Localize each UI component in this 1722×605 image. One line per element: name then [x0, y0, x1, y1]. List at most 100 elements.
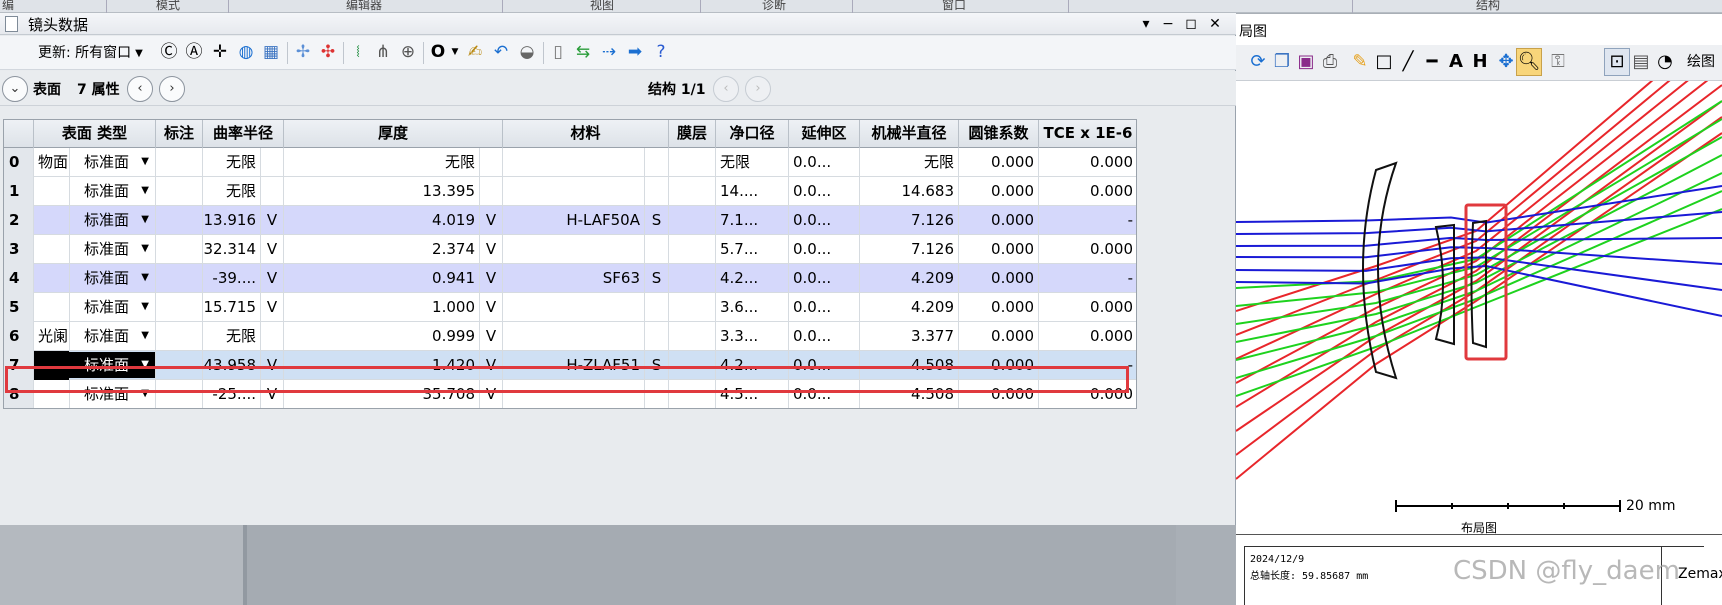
- draw-label[interactable]: 绘图: [1681, 50, 1721, 74]
- chip-cell[interactable]: 0.0...: [789, 206, 860, 235]
- column-header[interactable]: 延伸区: [789, 120, 860, 148]
- surface-type-cell[interactable]: 标准面 ▼: [70, 148, 156, 177]
- surface-type-cell[interactable]: 标准面 ▼: [70, 177, 156, 206]
- column-header[interactable]: TCE x 1E-6: [1039, 120, 1136, 148]
- t_flag-cell[interactable]: V: [480, 264, 503, 293]
- table-row[interactable]: 6 光阑 标准面 ▼ 无限 0.999 V 3.3... 0.0... 3.377 0.000 0.0…: [4, 322, 1136, 351]
- radius-cell[interactable]: 无限: [203, 148, 261, 177]
- coating-cell[interactable]: [669, 264, 716, 293]
- label-cell[interactable]: [34, 264, 70, 293]
- menu-item[interactable]: 窗口: [942, 0, 966, 13]
- column-header[interactable]: 机械半直径: [860, 120, 959, 148]
- prev-config-button[interactable]: ‹: [713, 76, 739, 102]
- tce-cell[interactable]: 0.000: [1039, 380, 1136, 408]
- next-config-button[interactable]: ›: [745, 76, 771, 102]
- coating-cell[interactable]: [669, 177, 716, 206]
- r_flag-cell[interactable]: V: [261, 264, 284, 293]
- column-header[interactable]: 膜层: [669, 120, 716, 148]
- column-header[interactable]: 标注: [156, 120, 203, 148]
- chip-cell[interactable]: 0.0...: [789, 380, 860, 408]
- zoom-icon[interactable]: 🔍︎: [1517, 50, 1541, 74]
- pencil-icon[interactable]: ✎: [1348, 50, 1372, 74]
- t_flag-cell[interactable]: V: [480, 351, 503, 380]
- clear-cell[interactable]: 4.2...: [716, 264, 789, 293]
- comment-cell[interactable]: [156, 380, 203, 408]
- label-cell[interactable]: 光阑: [34, 322, 70, 351]
- swap-icon[interactable]: ⇆: [572, 41, 594, 63]
- clear-cell[interactable]: 4.5...: [716, 380, 789, 408]
- menu-item[interactable]: 编辑器: [346, 0, 382, 13]
- menu-item[interactable]: 编: [2, 0, 14, 13]
- material-cell[interactable]: [503, 177, 645, 206]
- r_flag-cell[interactable]: [261, 322, 284, 351]
- mirror-icon[interactable]: ⋔: [372, 41, 394, 63]
- table-row[interactable]: 7 标准面 ▼ 43.958 V 1.420 V H-ZLAF51 S 4.2... 0.0... 4…: [4, 351, 1136, 380]
- thickness-cell[interactable]: 无限: [284, 148, 480, 177]
- column-header[interactable]: 圆锥系数: [959, 120, 1039, 148]
- clear-cell[interactable]: 3.3...: [716, 322, 789, 351]
- window-icon[interactable]: ▤: [1629, 50, 1653, 74]
- chip-cell[interactable]: 0.0...: [789, 351, 860, 380]
- pen-icon[interactable]: ✍: [464, 41, 486, 63]
- chip-cell[interactable]: 0.0...: [789, 322, 860, 351]
- material-cell[interactable]: [503, 322, 645, 351]
- surface-type-cell[interactable]: 标准面 ▼: [70, 264, 156, 293]
- merge-icon[interactable]: ✣: [317, 41, 339, 63]
- table-row[interactable]: 8 标准面 ▼ -25.... V 35.708 V 4.5... 0.0... 4.508 0.0…: [4, 380, 1136, 408]
- table-row[interactable]: 2 标准面 ▼ 13.916 V 4.019 V H-LAF50A S 7.1... 0.0... 7…: [4, 206, 1136, 235]
- table-row[interactable]: 5 标准面 ▼ 15.715 V 1.000 V 3.6... 0.0... 4.209 0.000…: [4, 293, 1136, 322]
- m_flag-cell[interactable]: S: [645, 206, 669, 235]
- m_flag-cell[interactable]: S: [645, 351, 669, 380]
- m_flag-cell[interactable]: [645, 148, 669, 177]
- material-cell[interactable]: SF63: [503, 264, 645, 293]
- t_flag-cell[interactable]: [480, 148, 503, 177]
- comment-cell[interactable]: [156, 351, 203, 380]
- material-cell[interactable]: H-ZLAF51: [503, 351, 645, 380]
- dimension-icon[interactable]: H: [1468, 50, 1492, 74]
- comment-cell[interactable]: [156, 235, 203, 264]
- crosshair-icon[interactable]: ✛: [209, 41, 231, 63]
- auto-update-icon[interactable]: Ⓐ: [183, 41, 205, 63]
- selected-type-box[interactable]: 标准面 ▼: [35, 352, 155, 378]
- globe-icon[interactable]: ◍: [235, 41, 257, 63]
- print-icon[interactable]: ⎙: [1318, 50, 1342, 74]
- conic-cell[interactable]: 0.000: [959, 206, 1039, 235]
- conic-cell[interactable]: 0.000: [959, 264, 1039, 293]
- expand-button[interactable]: ⌄: [2, 76, 28, 102]
- save-icon[interactable]: ▣: [1294, 50, 1318, 74]
- minimize-button[interactable]: −: [1158, 14, 1178, 34]
- material-cell[interactable]: [503, 148, 645, 177]
- coating-cell[interactable]: [669, 322, 716, 351]
- t_flag-cell[interactable]: [480, 177, 503, 206]
- r_flag-cell[interactable]: [261, 148, 284, 177]
- mech-cell[interactable]: 14.683: [860, 177, 959, 206]
- m_flag-cell[interactable]: [645, 380, 669, 408]
- material-cell[interactable]: H-LAF50A: [503, 206, 645, 235]
- coating-cell[interactable]: [669, 380, 716, 408]
- label-cell[interactable]: 物面: [34, 148, 70, 177]
- radius-cell[interactable]: 无限: [203, 322, 261, 351]
- radius-cell[interactable]: 13.916: [203, 206, 261, 235]
- tce-cell[interactable]: 0.000: [1039, 148, 1136, 177]
- r_flag-cell[interactable]: V: [261, 293, 284, 322]
- undo-icon[interactable]: ↶: [490, 41, 512, 63]
- thickness-cell[interactable]: 1.420: [284, 351, 480, 380]
- m_flag-cell[interactable]: [645, 177, 669, 206]
- radius-cell[interactable]: 无限: [203, 177, 261, 206]
- tce-cell[interactable]: -: [1039, 206, 1136, 235]
- prev-surface-button[interactable]: ‹: [127, 76, 153, 102]
- coating-cell[interactable]: [669, 235, 716, 264]
- label-cell[interactable]: [34, 177, 70, 206]
- arrow-right-icon[interactable]: ➡: [624, 41, 646, 63]
- tce-cell[interactable]: -: [1039, 264, 1136, 293]
- column-header[interactable]: 净口径: [716, 120, 789, 148]
- chip-cell[interactable]: 0.0...: [789, 264, 860, 293]
- split-icon[interactable]: ✢: [292, 41, 314, 63]
- page-icon[interactable]: ▯: [547, 41, 569, 63]
- column-header[interactable]: 厚度: [284, 120, 503, 148]
- t_flag-cell[interactable]: V: [480, 293, 503, 322]
- conic-cell[interactable]: 0.000: [959, 235, 1039, 264]
- label-cell[interactable]: [34, 235, 70, 264]
- m_flag-cell[interactable]: S: [645, 264, 669, 293]
- surface-type-cell[interactable]: 标准面 ▼: [70, 206, 156, 235]
